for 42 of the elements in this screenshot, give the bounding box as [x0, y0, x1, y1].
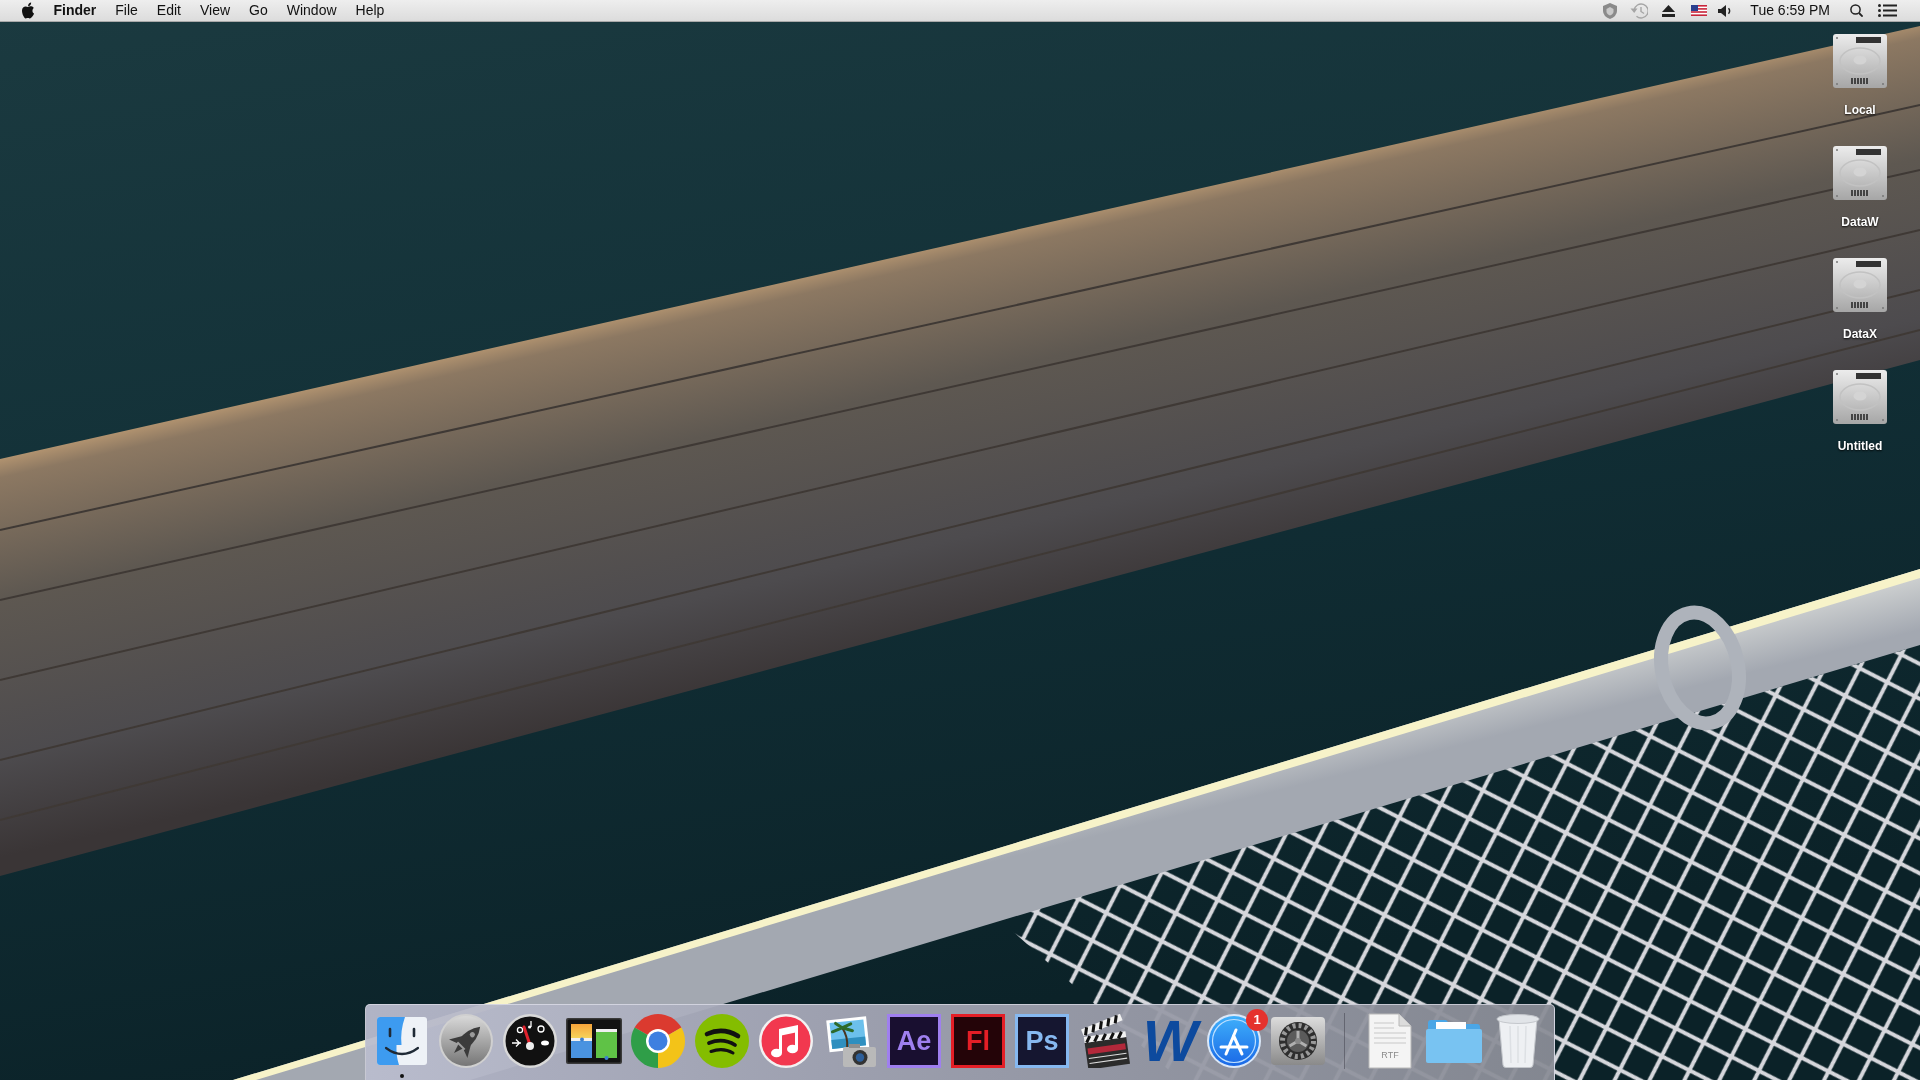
drive-label[interactable]: DataW — [1841, 214, 1879, 230]
clapperboard-icon[interactable] — [1079, 1014, 1133, 1068]
drive-label[interactable]: Local — [1844, 102, 1876, 118]
menu-item[interactable]: Window — [277, 0, 347, 21]
menu-item[interactable]: Help — [346, 0, 394, 21]
menu-item[interactable]: View — [190, 0, 240, 21]
eject-icon[interactable] — [1662, 4, 1676, 17]
search-icon[interactable] — [1850, 4, 1863, 17]
drive-label[interactable]: Untitled — [1837, 438, 1883, 454]
crossed-strokes-icon[interactable] — [1207, 1014, 1261, 1068]
list-icon[interactable] — [1878, 4, 1897, 17]
speaker-icon[interactable] — [1718, 4, 1733, 17]
music-note-icon[interactable] — [759, 1014, 813, 1068]
menu-clock[interactable]: Tue 6:59 PM — [1750, 0, 1830, 21]
menu-item[interactable]: Go — [239, 0, 278, 21]
apple-icon[interactable] — [21, 2, 35, 19]
photo-camera-icon[interactable] — [823, 1014, 877, 1068]
sound-waves-icon[interactable] — [695, 1014, 749, 1068]
folder-icon[interactable] — [1426, 1019, 1482, 1063]
hard-drive-icon[interactable] — [1832, 369, 1888, 425]
face-icon[interactable] — [377, 1017, 427, 1065]
flag-icon[interactable] — [1691, 5, 1708, 16]
app-tile[interactable]: Ps — [1015, 1014, 1069, 1068]
trash-icon[interactable] — [1496, 1014, 1540, 1068]
drive-label[interactable]: DataX — [1843, 326, 1877, 342]
gauge-icon[interactable] — [503, 1014, 557, 1068]
menu-item[interactable]: Edit — [147, 0, 191, 21]
color-ring-icon[interactable] — [631, 1014, 685, 1068]
rocket-icon[interactable] — [439, 1014, 493, 1068]
document-icon[interactable] — [1368, 1013, 1412, 1069]
hard-drive-icon[interactable] — [1832, 257, 1888, 313]
gear-icon[interactable] — [1271, 1017, 1325, 1065]
notification-badge: 1 — [1246, 1009, 1268, 1031]
hard-drive-icon[interactable] — [1832, 33, 1888, 89]
app-tile[interactable]: Fl — [951, 1014, 1005, 1068]
hard-drive-icon[interactable] — [1832, 145, 1888, 201]
app-tile[interactable]: Ae — [887, 1014, 941, 1068]
file-type-label: RTF — [1381, 1050, 1399, 1060]
menu-item[interactable]: File — [105, 0, 148, 21]
shield-icon[interactable] — [1603, 2, 1618, 19]
app-menu[interactable]: Finder — [44, 0, 106, 21]
windows-icon[interactable] — [566, 1018, 622, 1064]
